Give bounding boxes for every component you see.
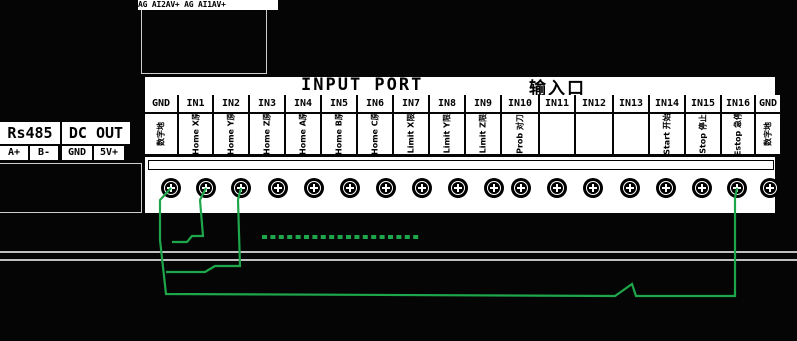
dot-mark [379,235,385,239]
dot-mark [388,235,393,239]
dot-mark [371,235,377,239]
x-home-switch-wire [172,187,207,244]
dot-mark [304,235,309,239]
dot-mark [354,235,360,239]
dot-mark [270,235,276,239]
dot-mark [295,235,301,239]
switch-wiring [158,187,739,298]
dot-mark [262,235,267,239]
dot-mark [413,235,419,239]
dot-mark [396,235,402,239]
dot-mark [320,235,326,239]
dot-mark [278,235,284,239]
wiring-diagram [0,187,797,298]
dot-mark [312,235,318,239]
estop-loop-wire [158,187,739,298]
dot-mark [337,235,343,239]
dot-mark [404,235,410,239]
dot-mark [346,235,351,239]
dotted-continuation [262,235,419,239]
dot-mark [362,235,368,239]
dot-mark [329,235,335,239]
dot-mark [287,235,293,239]
